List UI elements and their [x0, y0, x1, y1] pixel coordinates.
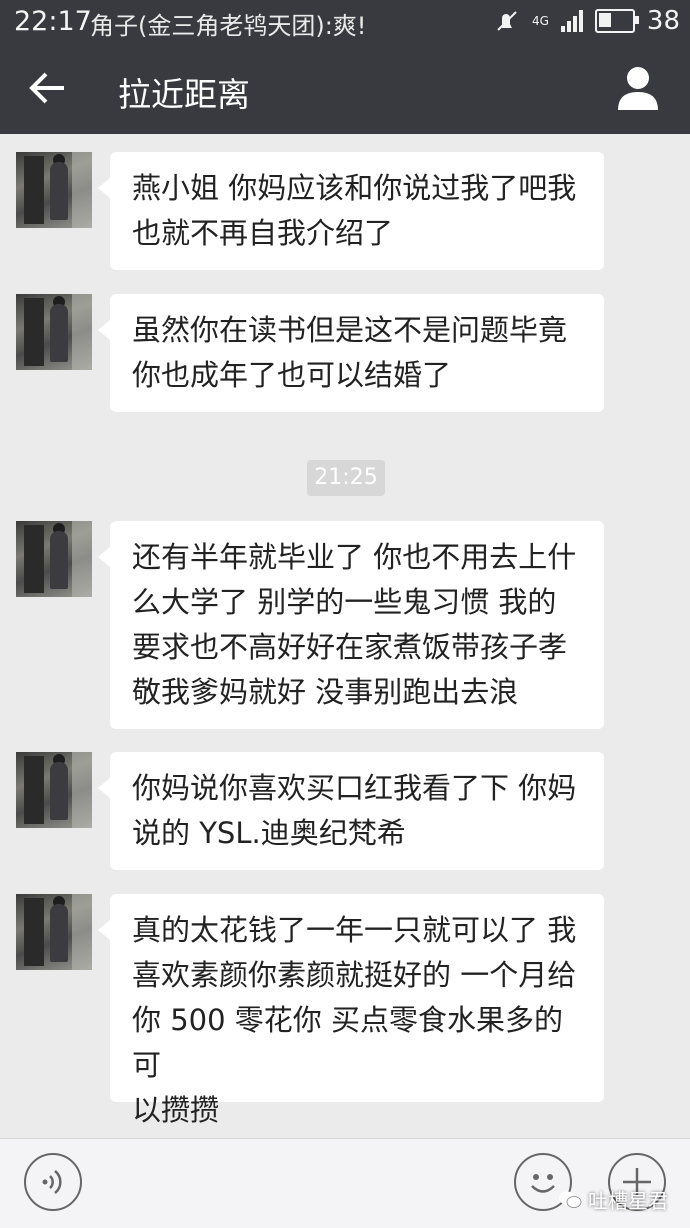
profile-icon[interactable]: [616, 64, 660, 112]
mute-icon: [497, 11, 517, 31]
avatar[interactable]: [16, 752, 92, 828]
avatar[interactable]: [16, 294, 92, 370]
battery-icon: [594, 9, 639, 33]
message-bubble[interactable]: 燕小姐 你妈应该和你说过我了吧我 也就不再自我介绍了: [98, 152, 604, 270]
message-bubble[interactable]: 虽然你在读书但是这不是问题毕竟 你也成年了也可以结婚了: [98, 294, 604, 412]
avatar[interactable]: [16, 521, 92, 597]
watermark-text: 吐槽星君: [588, 1189, 668, 1213]
network-type: 4G: [531, 14, 549, 28]
message-bubble[interactable]: 真的太花钱了一年一只就可以了 我 喜欢素颜你素颜就挺好的 一个月给 你 500 …: [98, 894, 604, 1127]
message-bubble[interactable]: 还有半年就毕业了 你也不用去上什 么大学了 别学的一些鬼习惯 我的 要求也不高好…: [98, 521, 604, 729]
avatar[interactable]: [16, 152, 92, 228]
watermark: 吐槽星君: [558, 1185, 668, 1214]
status-icons: 4G 38: [494, 6, 680, 36]
wechat-logo-icon: [559, 1191, 582, 1208]
voice-input-button[interactable]: [24, 1153, 82, 1211]
signal-icon: [560, 10, 583, 32]
status-time: 22:17: [14, 6, 92, 37]
battery-level: 38: [646, 6, 680, 36]
voice-icon: [42, 1170, 62, 1194]
status-notification: 角子(金三角老鸨天团):爽!: [90, 12, 367, 40]
chat-title: 拉近距离: [118, 75, 250, 114]
header-bar: 拉近距离: [0, 44, 690, 134]
time-divider: 21:25: [307, 460, 385, 496]
status-bar: 22:17 角子(金三角老鸨天团):爽! 4G 38: [0, 0, 690, 44]
input-bar: 吐槽星君: [0, 1138, 690, 1228]
avatar[interactable]: [16, 894, 92, 970]
message-bubble[interactable]: 你妈说你喜欢买口红我看了下 你妈 说的 YSL.迪奥纪梵希: [98, 752, 604, 870]
chat-area[interactable]: 燕小姐 你妈应该和你说过我了吧我 也就不再自我介绍了 虽然你在读书但是这不是问题…: [0, 134, 690, 1138]
back-arrow-icon[interactable]: [28, 66, 68, 110]
